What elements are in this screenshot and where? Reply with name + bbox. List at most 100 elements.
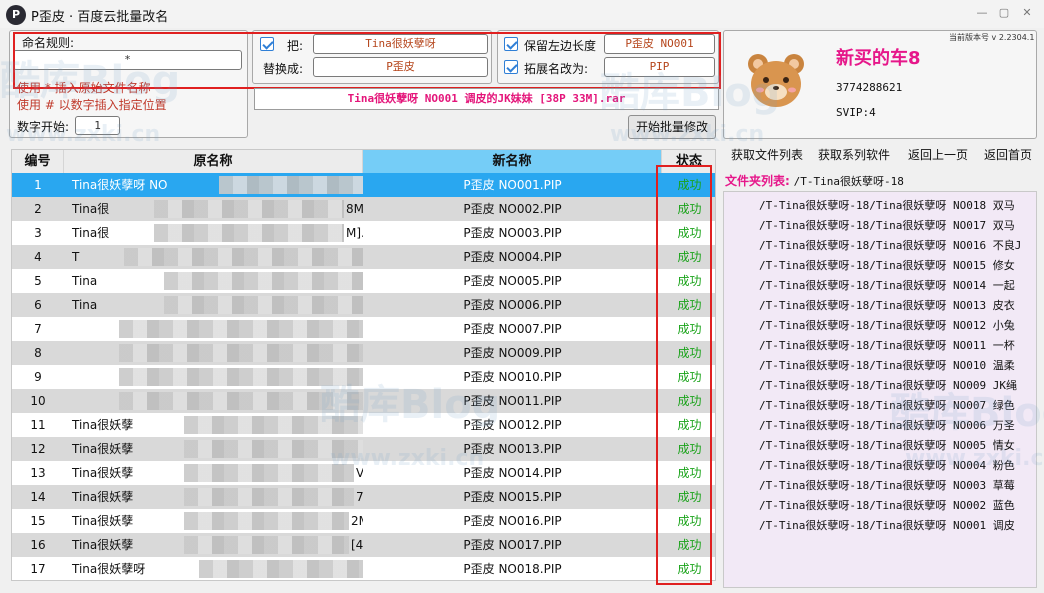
folder-list-item[interactable]: /T-Tina很妖孽呀-18/Tina很妖孽呀 NO017 双马 (759, 216, 1015, 236)
number-start-input[interactable]: 1 (75, 116, 120, 135)
start-batch-rename-button[interactable]: 开始批量修改 (628, 115, 716, 139)
redacted-block (184, 488, 354, 506)
table-row[interactable]: 1 Tina很妖孽呀 NOM].rar P歪皮 NO001.PIP 成功 (12, 173, 715, 197)
table-row[interactable]: 13 Tina很妖孽 V 122M].r P歪皮 NO014.PIP 成功 (12, 461, 715, 485)
folder-list-item[interactable]: /T-Tina很妖孽呀-18/Tina很妖孽呀 NO016 不良J (759, 236, 1021, 256)
extension-input[interactable]: PIP (604, 57, 715, 77)
folder-list-item[interactable]: /T-Tina很妖孽呀-18/Tina很妖孽呀 NO013 皮衣 (759, 296, 1015, 316)
cell-number: 12 (30, 442, 46, 456)
original-name-start: Tina很妖孽呀 (72, 562, 146, 576)
naming-rules-label: 命名规则: (22, 36, 75, 50)
cell-number: 5 (34, 274, 42, 288)
keep-left-checkbox[interactable] (504, 37, 518, 51)
replace-input[interactable]: P歪皮 (313, 57, 488, 77)
folder-list-item[interactable]: /T-Tina很妖孽呀-18/Tina很妖孽呀 NO018 双马 (759, 196, 1015, 216)
redacted-block (119, 320, 363, 338)
cell-status: 成功 (677, 202, 702, 216)
minimize-icon[interactable]: — (972, 5, 992, 21)
folder-list-item[interactable]: /T-Tina很妖孽呀-18/Tina很妖孽呀 NO004 粉色 (759, 456, 1015, 476)
redacted-block (154, 224, 344, 242)
cell-original-name: Tina92P+2 (64, 269, 363, 293)
folder-list-item[interactable]: /T-Tina很妖孽呀-18/Tina很妖孽呀 NO007 绿色 (759, 396, 1015, 416)
table-row[interactable]: 11 Tina很妖孽50M].rar P歪皮 NO012.PIP 成功 (12, 413, 715, 437)
cell-original-name: Tina584 (64, 293, 363, 317)
folder-list-item[interactable]: /T-Tina很妖孽呀-18/Tina很妖孽呀 NO011 一杯 (759, 336, 1015, 356)
redacted-block (119, 392, 363, 410)
cell-number: 14 (30, 490, 46, 504)
table-row[interactable]: 12 Tina很妖孽46M].rar P歪皮 NO013.PIP 成功 (12, 437, 715, 461)
folder-list-item[interactable]: /T-Tina很妖孽呀-18/Tina很妖孽呀 NO009 JK绳 (759, 376, 1017, 396)
table-row[interactable]: 9 2G P歪皮 NO010.PIP 成功 (12, 365, 715, 389)
table-row[interactable]: 2 Tina很 8M]. P歪皮 NO002.PIP 成功 (12, 197, 715, 221)
folder-list-item[interactable]: /T-Tina很妖孽呀-18/Tina很妖孽呀 NO006 万圣 (759, 416, 1015, 436)
cell-new-name: P歪皮 NO007.PIP (463, 322, 562, 336)
header-original-name[interactable]: 原名称 (64, 150, 363, 173)
table-row[interactable]: 6 Tina584 P歪皮 NO006.PIP 成功 (12, 293, 715, 317)
original-name-start: Tina很妖孽呀 NO (72, 178, 168, 192)
original-name-end: 8M]. (346, 202, 363, 216)
redacted-block (184, 416, 363, 434)
table-row[interactable]: 15 Tina很妖孽 2M].rar P歪皮 NO016.PIP 成功 (12, 509, 715, 533)
extension-checkbox[interactable] (504, 60, 518, 74)
redacted-block (119, 344, 363, 362)
folder-list-item[interactable]: /T-Tina很妖孽呀-18/Tina很妖孽呀 NO014 一起 (759, 276, 1015, 296)
cell-original-name (64, 389, 363, 413)
original-name-start: Tina (72, 298, 98, 312)
folder-list-item[interactable]: /T-Tina很妖孽呀-18/Tina很妖孽呀 NO001 调皮 (759, 516, 1015, 536)
table-row[interactable]: 10 P歪皮 NO011.PIP 成功 (12, 389, 715, 413)
table-row[interactable]: 8 rar P歪皮 NO009.PIP 成功 (12, 341, 715, 365)
table-row[interactable]: 16 Tina很妖孽 [41P+1V P歪皮 NO017.PIP 成功 (12, 533, 715, 557)
folder-list[interactable]: /T-Tina很妖孽呀-18/Tina很妖孽呀 NO018 双马/T-Tina很… (723, 191, 1037, 588)
go-back-button[interactable]: 返回上一页 (908, 146, 968, 163)
table-row[interactable]: 7 0M].rar P歪皮 NO007.PIP 成功 (12, 317, 715, 341)
cell-original-name: rar (64, 341, 363, 365)
cell-original-name: Tina很妖孽呀 NOM].rar (64, 173, 363, 197)
cell-status: 成功 (677, 250, 702, 264)
cell-number: 7 (34, 322, 42, 336)
table-row[interactable]: 4 TP 538 P歪皮 NO004.PIP 成功 (12, 245, 715, 269)
header-new-name[interactable]: 新名称 (363, 150, 662, 173)
cell-new-name: P歪皮 NO011.PIP (463, 394, 562, 408)
redacted-block (154, 200, 344, 218)
cell-original-name: 2G (64, 365, 363, 389)
folder-list-item[interactable]: /T-Tina很妖孽呀-18/Tina很妖孽呀 NO005 情女 (759, 436, 1015, 456)
folder-list-item[interactable]: /T-Tina很妖孽呀-18/Tina很妖孽呀 NO002 蓝色 (759, 496, 1015, 516)
user-id: 3774288621 (836, 81, 903, 94)
original-name-start: Tina (72, 274, 98, 288)
cell-original-name: Tina很妖孽 2M].rar (64, 509, 363, 533)
table-header: 编号 原名称 新名称 状态 (12, 150, 715, 173)
version-text: 当前版本号 v 2.2304.1 (949, 33, 1035, 42)
cell-status: 成功 (677, 466, 702, 480)
get-file-list-button[interactable]: 获取文件列表 (731, 146, 803, 163)
naming-rule-input[interactable]: * (13, 50, 242, 70)
folder-list-item[interactable]: /T-Tina很妖孽呀-18/Tina很妖孽呀 NO012 小兔 (759, 316, 1015, 336)
folder-list-item[interactable]: /T-Tina很妖孽呀-18/Tina很妖孽呀 NO010 温柔 (759, 356, 1015, 376)
table-row[interactable]: 17 Tina很妖孽呀[95P+1V P歪皮 NO018.PIP 成功 (12, 557, 715, 580)
maximize-icon[interactable]: ▢ (994, 5, 1014, 21)
get-series-software-button[interactable]: 获取系列软件 (818, 146, 890, 163)
table-row[interactable]: 3 Tina很 M].ra P歪皮 NO003.PIP 成功 (12, 221, 715, 245)
user-name: 新买的车8 (836, 48, 921, 69)
keep-left-input[interactable]: P歪皮 NO001 (604, 34, 715, 54)
table-row[interactable]: 14 Tina很妖孽 73M].rar P歪皮 NO015.PIP 成功 (12, 485, 715, 509)
keep-left-label: 保留左边长度 (524, 39, 597, 53)
hint-insert-name: 使用 * 插入原始文件名称 (17, 81, 151, 95)
replace-label: 替换成: (263, 62, 304, 76)
replace-checkbox[interactable] (260, 37, 274, 51)
original-name-start: Tina很 (72, 202, 110, 216)
cell-new-name: P歪皮 NO010.PIP (463, 370, 562, 384)
header-number[interactable]: 编号 (12, 150, 64, 173)
cell-status: 成功 (677, 274, 702, 288)
cell-original-name: Tina很妖孽 [41P+1V (64, 533, 363, 557)
find-input[interactable]: Tina很妖孽呀 (313, 34, 488, 54)
table-row[interactable]: 5 Tina92P+2 P歪皮 NO005.PIP 成功 (12, 269, 715, 293)
redacted-block (124, 248, 363, 266)
original-name-start: Tina很妖孽 (72, 514, 134, 528)
find-label: 把: (287, 39, 304, 53)
go-home-button[interactable]: 返回首页 (984, 146, 1032, 163)
number-start-label: 数字开始: (17, 120, 70, 134)
header-status[interactable]: 状态 (662, 150, 715, 173)
folder-list-item[interactable]: /T-Tina很妖孽呀-18/Tina很妖孽呀 NO003 草莓 (759, 476, 1015, 496)
folder-list-item[interactable]: /T-Tina很妖孽呀-18/Tina很妖孽呀 NO015 修女 (759, 256, 1015, 276)
close-icon[interactable]: ✕ (1017, 5, 1037, 21)
